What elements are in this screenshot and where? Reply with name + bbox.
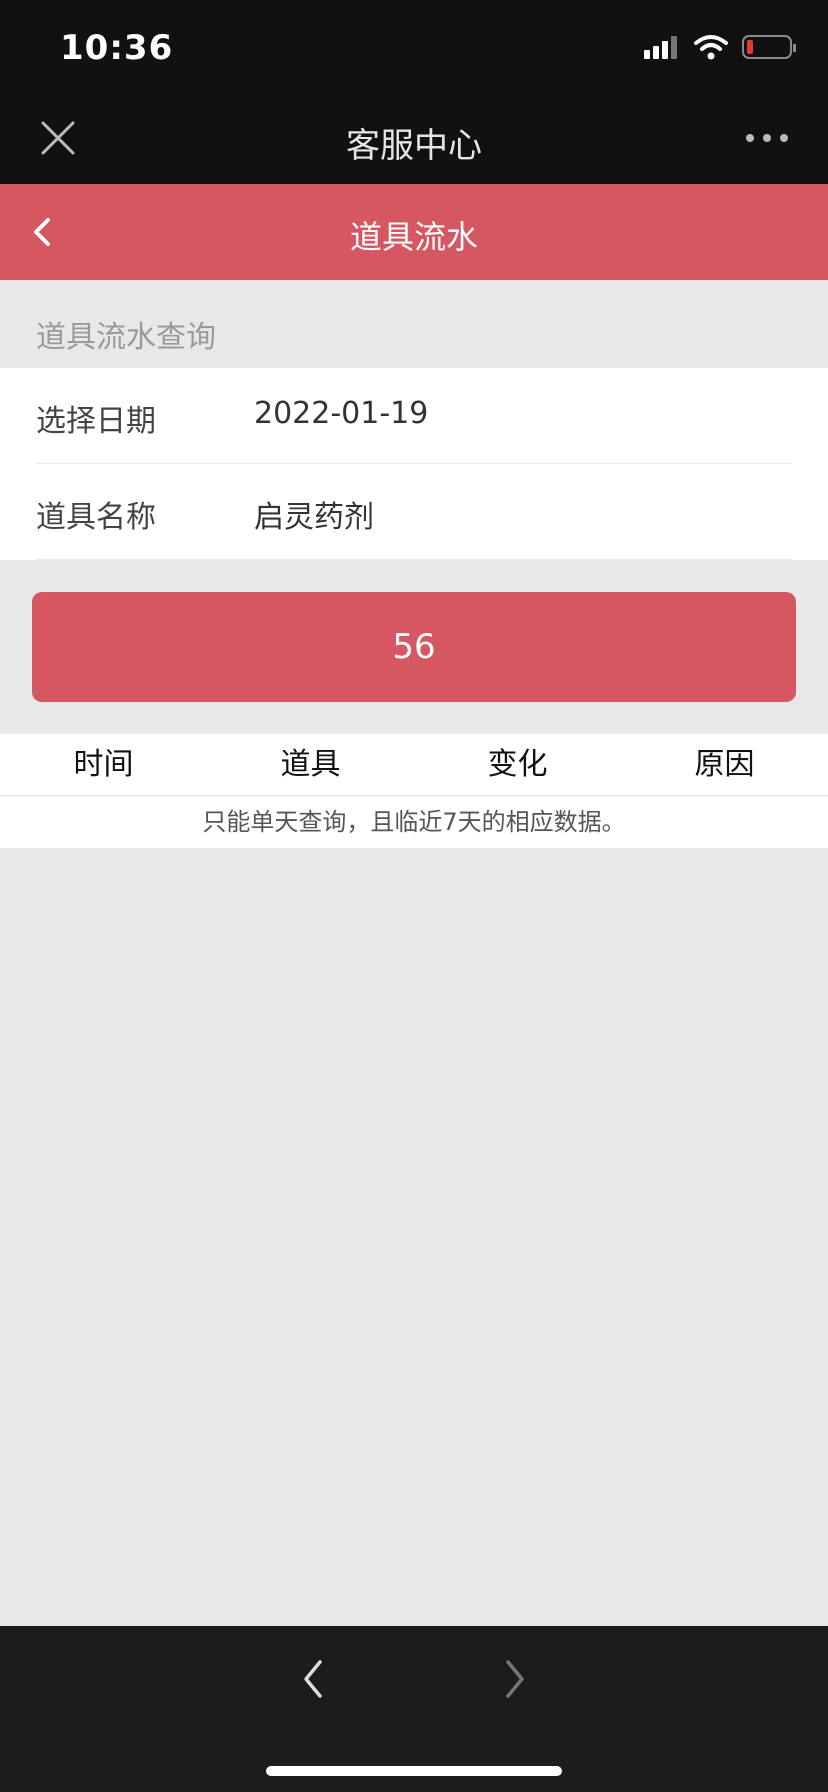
item-row[interactable]: 道具名称 启灵药剂 [36,464,792,560]
status-bar: 10:36 [0,0,828,96]
wechat-top-bar: 客服中心 [0,96,828,184]
battery-level [747,40,753,54]
table-note: 只能单天查询，且临近7天的相应数据。 [0,796,828,848]
status-time: 10:36 [60,28,174,68]
wechat-title: 客服中心 [346,126,482,166]
column-header-time: 时间 [73,747,134,782]
item-label: 道具名称 [36,500,156,535]
column-header-reason: 原因 [694,747,755,782]
date-label: 选择日期 [36,404,156,439]
wifi-icon [694,35,728,60]
nav-back-icon[interactable] [298,1656,328,1702]
date-row[interactable]: 选择日期 2022-01-19 [36,368,792,464]
page-title: 道具流水 [349,218,478,256]
column-header-change: 变化 [487,747,548,782]
item-picker[interactable]: 启灵药剂 [254,492,374,536]
bottom-nav-bar [0,1626,828,1792]
column-header-item: 道具 [280,747,341,782]
query-form: 选择日期 2022-01-19 道具名称 启灵药剂 [0,368,828,560]
query-button[interactable]: 56 [32,592,796,702]
home-indicator [266,1766,562,1776]
page-header: 道具流水 [0,184,828,280]
status-icons [644,34,796,60]
table-header: 时间 道具 变化 原因 [0,734,828,796]
nav-forward-icon[interactable] [500,1656,530,1702]
more-icon[interactable] [742,126,792,150]
battery-icon [742,35,796,59]
date-picker[interactable]: 2022-01-19 [254,396,428,431]
signal-icon [644,36,677,59]
section-label: 道具流水查询 [36,320,216,355]
